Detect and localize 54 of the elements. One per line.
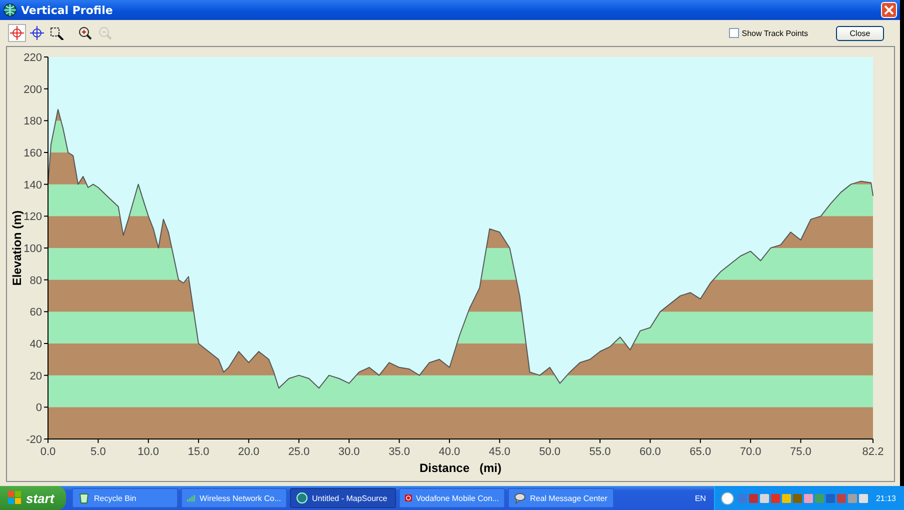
close-button[interactable]: Close [836, 26, 884, 40]
window-title: Vertical Profile [21, 4, 114, 16]
y-tick-label: 180 [24, 116, 42, 128]
y-tick-label: -20 [26, 434, 42, 446]
speech-bubble-icon [514, 492, 526, 504]
globe-icon [296, 492, 308, 504]
x-tick-label: 35.0 [388, 446, 410, 458]
x-tick-label: 55.0 [589, 446, 611, 458]
x-tick-label: 70.0 [740, 446, 762, 458]
x-tick-label: 15.0 [188, 446, 210, 458]
y-tick-label: 200 [24, 84, 42, 96]
y-tick-label: 160 [24, 148, 42, 160]
y-tick-label: 140 [24, 179, 42, 192]
y-tick-label: 100 [24, 243, 42, 255]
start-button[interactable]: start [0, 486, 66, 510]
taskbar-button[interactable]: Real Message Center [508, 488, 614, 508]
taskbar-button[interactable]: Vodafone Mobile Con... [399, 488, 505, 508]
x-tick-label: 10.0 [138, 446, 160, 458]
y-tick-label: 60 [30, 306, 42, 319]
x-tick-label: 65.0 [690, 446, 712, 458]
y-tick-label: 40 [30, 338, 42, 350]
crosshair-button[interactable] [8, 24, 26, 42]
clock: 21:13 [876, 494, 896, 502]
x-axis-title: Distance (mi) [419, 461, 502, 475]
language-indicator: EN [694, 494, 706, 502]
x-tick-label: 45.0 [488, 446, 510, 458]
recycle-bin-icon [78, 492, 90, 504]
y-tick-label: 220 [24, 52, 42, 64]
taskbar-button[interactable]: Wireless Network Co... [181, 488, 287, 508]
x-tick-label: 20.0 [238, 446, 260, 458]
x-tick-label: 50.0 [539, 446, 561, 458]
globe-icon [3, 3, 17, 17]
windows-logo-icon [8, 491, 22, 505]
x-tick-label: 75.0 [790, 446, 812, 458]
taskbar-button[interactable]: Recycle Bin [72, 488, 178, 508]
taskbar-button[interactable]: Untitled - MapSource [290, 488, 396, 508]
y-tick-label: 0 [36, 402, 42, 414]
x-tick-label: 0.0 [40, 446, 56, 458]
y-axis-title: Elevation (m) [10, 210, 24, 286]
show-track-points-checkbox[interactable]: Show Track Points [728, 28, 808, 38]
signal-bars-icon [187, 492, 196, 504]
zoom-in-button[interactable] [76, 24, 94, 42]
x-tick-label: 40.0 [438, 446, 460, 458]
x-tick-label: 5.0 [90, 446, 106, 458]
close-button[interactable] [881, 2, 897, 18]
y-tick-label: 80 [30, 274, 42, 287]
y-tick-label: 20 [30, 370, 42, 382]
close-icon [884, 5, 894, 15]
x-tick-label: 60.0 [639, 446, 661, 458]
x-tick-label: 25.0 [288, 446, 310, 458]
x-tick-label: 82.2 [862, 446, 884, 458]
x-tick-label: 30.0 [338, 446, 360, 458]
crosshair-button[interactable] [28, 24, 46, 42]
y-tick-label: 120 [24, 211, 42, 224]
